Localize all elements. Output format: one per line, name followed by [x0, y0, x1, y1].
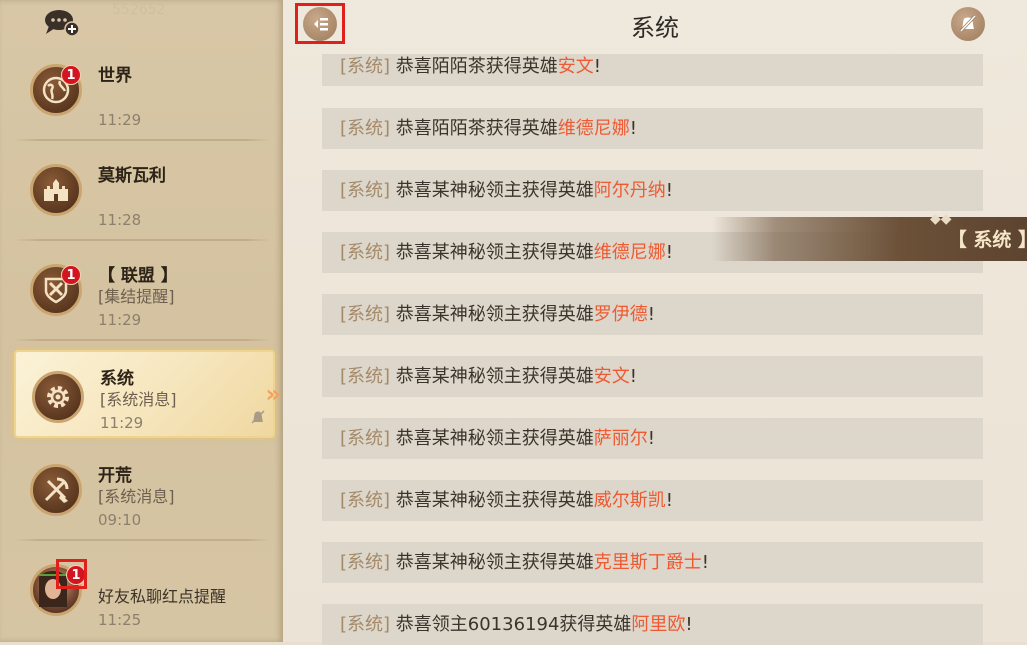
message-end: !	[647, 304, 655, 325]
channel-sidebar: 552652 1 世界 11:29 莫斯瓦利 11:28 1 【 联盟 】 [集结提醒] 1…	[0, 0, 283, 642]
message-end: !	[665, 180, 673, 201]
chat-add-icon[interactable]	[43, 8, 81, 38]
message-text: 恭喜某神秘领主获得英雄	[395, 366, 594, 387]
message-end: !	[647, 428, 655, 449]
bell-mute-icon	[249, 408, 267, 430]
message-tag: [系统]	[340, 242, 391, 263]
pickaxe-shovel-channel-avatar	[30, 464, 82, 516]
message-row[interactable]: [系统] 恭喜某神秘领主获得英雄阿尔丹纳!	[322, 170, 983, 211]
hero-name: 安文	[557, 56, 594, 77]
message-end: !	[629, 366, 637, 387]
message-tag: [系统]	[340, 118, 391, 139]
channel-subtitle: [系统消息]	[100, 390, 177, 409]
message-tag: [系统]	[340, 428, 391, 449]
hero-name: 萨丽尔	[593, 428, 648, 449]
unread-badge: 1	[61, 65, 81, 85]
message-text: 恭喜领主60136194获得英雄	[395, 614, 632, 635]
system-broadcast-banner: ◆◆ 【 系统 】	[712, 211, 1027, 261]
highlight-box-friend-badge	[56, 559, 87, 589]
channel-item[interactable]: 系统 [系统消息] 11:29»	[14, 350, 281, 438]
message-row[interactable]: [系统] 恭喜某神秘领主获得英雄罗伊德!	[322, 294, 983, 335]
message-tag: [系统]	[340, 614, 391, 635]
gear-channel-avatar	[32, 371, 84, 423]
message-text: 恭喜某神秘领主获得英雄	[395, 180, 594, 201]
system-chat-panel: 系统 [系统] 恭喜陌陌茶获得英雄安文! [系统] 恭喜陌陌茶获得英雄维德尼娜![…	[283, 0, 1027, 645]
channel-item[interactable]: 1 世界 11:29	[14, 45, 271, 141]
hero-name: 安文	[593, 366, 630, 387]
message-row[interactable]: [系统] 恭喜陌陌茶获得英雄维德尼娜!	[322, 108, 983, 149]
banner-text: 【 系统 】	[947, 229, 1027, 251]
message-end: !	[665, 242, 673, 263]
castle-channel-avatar	[30, 164, 82, 216]
hero-name: 维德尼娜	[593, 242, 666, 263]
message-end: !	[629, 118, 637, 139]
channel-time: 11:29	[98, 111, 142, 129]
message-text: 恭喜某神秘领主获得英雄	[395, 304, 594, 325]
hero-name: 阿尔丹纳	[593, 180, 666, 201]
channel-time: 11:29	[98, 311, 142, 329]
channel-item[interactable]: 莫斯瓦利 11:28	[14, 145, 271, 241]
message-tag: [系统]	[340, 490, 391, 511]
divider	[14, 539, 271, 541]
message-text: 恭喜某神秘领主获得英雄	[395, 242, 594, 263]
channel-time: 09:10	[98, 511, 142, 529]
chat-header: 系统	[283, 0, 1027, 50]
message-end: !	[701, 552, 709, 573]
channel-time: 11:28	[98, 211, 142, 229]
channel-subtitle: [集结提醒]	[98, 287, 175, 306]
message-text: 恭喜某神秘领主获得英雄	[395, 490, 594, 511]
channel-name: 好友私聊红点提醒	[98, 587, 227, 606]
channel-item[interactable]: 1 好友私聊红点提醒 11:25	[14, 545, 271, 637]
message-tag: [系统]	[340, 552, 391, 573]
channel-name: 莫斯瓦利	[98, 166, 166, 186]
message-row[interactable]: [系统] 恭喜某神秘领主获得英雄萨丽尔!	[322, 418, 983, 459]
message-row[interactable]: [系统] 恭喜陌陌茶获得英雄安文!	[322, 54, 983, 86]
hero-name: 阿里欧	[631, 614, 686, 635]
message-text: 恭喜陌陌茶获得英雄	[395, 56, 558, 77]
page-title: 系统	[631, 14, 679, 42]
message-tag: [系统]	[340, 366, 391, 387]
faded-background-text: 552652	[112, 2, 166, 18]
message-text: 恭喜陌陌茶获得英雄	[395, 118, 558, 139]
message-text: 恭喜某神秘领主获得英雄	[395, 428, 594, 449]
message-row[interactable]: [系统] 恭喜某神秘领主获得英雄威尔斯凯!	[322, 480, 983, 521]
message-end: !	[665, 490, 673, 511]
message-row[interactable]: [系统] 恭喜领主60136194获得英雄阿里欧!	[322, 604, 983, 645]
chevron-right-icon: »	[265, 380, 281, 408]
message-end: !	[593, 56, 601, 77]
channel-time: 11:29	[100, 414, 144, 432]
hero-name: 罗伊德	[593, 304, 648, 325]
message-tag: [系统]	[340, 56, 391, 77]
unread-badge: 1	[61, 265, 81, 285]
message-row[interactable]: [系统] 恭喜某神秘领主获得英雄克里斯丁爵士!	[322, 542, 983, 583]
channel-name: 世界	[98, 66, 132, 86]
divider	[14, 139, 271, 141]
message-text: 恭喜某神秘领主获得英雄	[395, 552, 594, 573]
hero-name: 克里斯丁爵士	[593, 552, 702, 573]
bell-mute-icon	[959, 14, 977, 33]
divider	[14, 239, 271, 241]
channel-subtitle: [系统消息]	[98, 487, 175, 506]
channel-item[interactable]: 1 【 联盟 】 [集结提醒] 11:29	[14, 245, 271, 341]
hero-name: 威尔斯凯	[593, 490, 666, 511]
message-end: !	[685, 614, 693, 635]
message-tag: [系统]	[340, 180, 391, 201]
sidebar-top-bar: 552652	[0, 0, 283, 46]
divider	[14, 339, 271, 341]
hero-name: 维德尼娜	[557, 118, 630, 139]
channel-time: 11:25	[98, 611, 142, 629]
channel-item[interactable]: 开荒 [系统消息] 09:10	[14, 445, 271, 541]
message-tag: [系统]	[340, 304, 391, 325]
message-row[interactable]: [系统] 恭喜某神秘领主获得英雄安文!	[322, 356, 983, 397]
mute-button[interactable]	[951, 7, 985, 41]
